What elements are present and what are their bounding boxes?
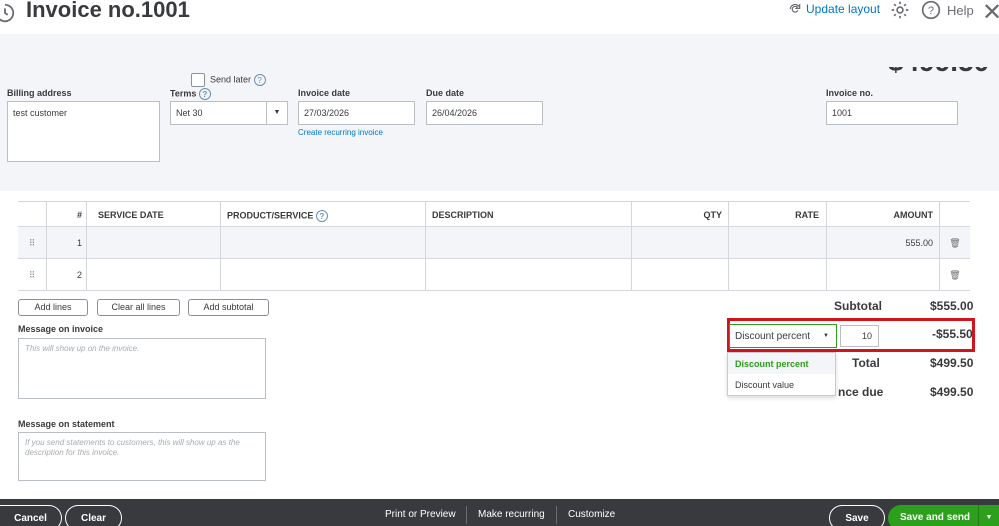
footer-divider [466,506,467,524]
table-row[interactable]: ⠿ 2 🗑 [18,259,970,291]
send-later-checkbox[interactable] [191,73,205,87]
qty-cell[interactable] [632,227,729,258]
make-recurring-link[interactable]: Make recurring [478,509,545,520]
row-number: 2 [47,259,87,290]
col-qty: QTY [632,202,729,226]
delete-column-header [940,202,970,226]
table-row[interactable]: ⠿ 1 555.00 🗑 [18,227,970,259]
chevron-down-icon[interactable]: ▼ [978,505,999,526]
top-bar: Invoice no.1001 Update layout ? Help ✕ [0,0,999,34]
help-icon[interactable]: ? [198,88,211,100]
refresh-icon [789,3,801,13]
drag-handle-icon[interactable]: ⠿ [18,259,47,290]
col-rate: RATE [729,202,827,226]
col-description: DESCRIPTION [426,202,632,226]
footer-divider [556,506,557,524]
update-layout-label: Update layout [806,2,881,16]
rate-cell[interactable] [729,227,827,258]
invoice-no-field[interactable]: 1001 [826,101,958,125]
table-header: # SERVICE DATE PRODUCT/SERVICE ? DESCRIP… [18,201,970,227]
product-cell[interactable] [221,259,426,290]
subtotal-label: Subtotal [834,299,882,313]
product-cell[interactable] [221,227,426,258]
balance-due-value: $499.50 [930,385,974,399]
cancel-button[interactable]: Cancel [0,505,62,526]
message-on-invoice-field[interactable]: This will show up on the invoice. [18,338,266,399]
balance-due-header: $499.50 [888,46,990,77]
description-cell[interactable] [426,259,632,290]
amount-cell[interactable] [827,259,940,290]
save-button[interactable]: Save [829,505,885,526]
help-button[interactable]: ? Help [921,0,974,20]
row-number: 1 [47,227,87,258]
qty-cell[interactable] [632,259,729,290]
terms-label: Terms ? [170,88,211,100]
customize-link[interactable]: Customize [568,509,615,520]
total-label: Total [852,356,880,370]
help-icon[interactable]: ? [315,210,328,222]
create-recurring-link[interactable]: Create recurring invoice [298,128,383,137]
amount-cell[interactable]: 555.00 [827,227,940,258]
send-later-label: Send later ? [210,74,266,86]
chevron-down-icon[interactable]: ▼ [266,101,287,124]
add-subtotal-button[interactable]: Add subtotal [188,299,269,316]
col-num: # [47,202,87,226]
help-label: Help [947,2,974,18]
service-date-cell[interactable] [87,259,221,290]
add-lines-button[interactable]: Add lines [18,299,88,316]
service-date-cell[interactable] [87,227,221,258]
discount-type-menu: Discount percent Discount value [727,352,836,396]
trash-icon[interactable]: 🗑 [940,227,970,258]
description-cell[interactable] [426,227,632,258]
discount-value: -$55.50 [932,327,973,341]
discount-option-percent[interactable]: Discount percent [728,353,835,374]
drag-handle-icon[interactable]: ⠿ [18,227,47,258]
print-preview-link[interactable]: Print or Preview [385,509,456,520]
clear-button[interactable]: Clear [65,505,122,526]
history-icon[interactable] [0,2,16,24]
help-icon: ? [921,0,941,20]
discount-type-value: Discount percent [735,331,811,342]
clear-all-lines-button[interactable]: Clear all lines [97,299,180,316]
message-on-statement-label: Message on statement [18,419,115,429]
balance-due-label: nce due [838,385,884,399]
trash-icon[interactable]: 🗑 [940,259,970,290]
invoice-no-label: Invoice no. [826,88,874,98]
rate-cell[interactable] [729,259,827,290]
col-service-date: SERVICE DATE [87,202,221,226]
message-on-statement-field[interactable]: If you send statements to customers, thi… [18,432,266,481]
billing-address-field[interactable]: test customer [7,101,160,162]
total-value: $499.50 [930,356,974,370]
billing-address-label: Billing address [7,88,72,98]
help-icon[interactable]: ? [253,74,266,86]
grip-column-header [18,202,47,226]
gear-icon[interactable] [890,0,910,20]
due-date-label: Due date [426,88,465,98]
invoice-date-field[interactable]: 27/03/2026 [298,101,415,125]
col-product: PRODUCT/SERVICE ? [221,202,426,226]
discount-type-select[interactable]: Discount percent ▼ [729,324,837,348]
discount-input[interactable]: 10 [840,325,879,347]
svg-text:?: ? [928,5,934,17]
chevron-down-icon: ▼ [823,333,829,339]
due-date-field[interactable]: 26/04/2026 [426,101,543,125]
message-on-invoice-label: Message on invoice [18,324,104,334]
line-items-table: # SERVICE DATE PRODUCT/SERVICE ? DESCRIP… [18,201,970,291]
page-title: Invoice no.1001 [26,0,190,22]
subtotal-value: $555.00 [930,299,974,313]
update-layout-link[interactable]: Update layout [788,2,880,16]
close-icon[interactable]: ✕ [982,0,999,27]
invoice-date-label: Invoice date [298,88,351,98]
col-amount: AMOUNT [827,202,940,226]
discount-option-value[interactable]: Discount value [728,374,835,395]
